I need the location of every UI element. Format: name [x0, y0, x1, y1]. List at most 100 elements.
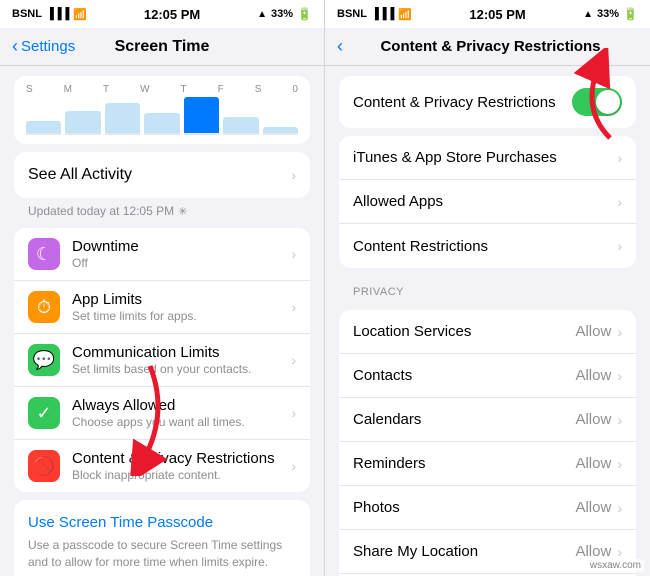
menu-card: ☾ Downtime Off › ⏱ App Limits Set tim	[14, 228, 310, 492]
itunes-purchases-label: iTunes & App Store Purchases	[353, 149, 617, 166]
status-left: BSNL ▐▐▐ 📶	[12, 8, 87, 21]
comm-limits-row[interactable]: 💬 Communication Limits Set limits based …	[14, 334, 310, 387]
always-allowed-row[interactable]: ✓ Always Allowed Choose apps you want al…	[14, 387, 310, 440]
updated-line: Updated today at 12:05 PM ✳	[0, 202, 324, 220]
page-title-left: Screen Time	[115, 38, 210, 56]
battery-icon: 🔋	[297, 7, 312, 21]
content-privacy-chevron: ›	[291, 458, 296, 474]
week-chart: S M T W T F S 0	[14, 76, 310, 144]
content-restrictions-label: Content Restrictions	[353, 238, 617, 255]
content-privacy-row[interactable]: 🚫 Content & Privacy Restrictions Block i…	[14, 440, 310, 492]
time-label-right: 12:05 PM	[469, 7, 525, 22]
allowed-apps-label: Allowed Apps	[353, 193, 617, 210]
week-bars	[26, 99, 298, 135]
location-services-value: Allow	[575, 323, 611, 340]
always-allowed-title: Always Allowed	[72, 397, 291, 414]
back-button[interactable]: ‹ Settings	[12, 36, 75, 57]
itunes-purchases-row[interactable]: iTunes & App Store Purchases ›	[339, 136, 636, 180]
content-restrictions-row[interactable]: Content Restrictions ›	[339, 224, 636, 268]
chevron-left-icon: ‹	[12, 36, 18, 57]
location-services-row[interactable]: Location Services Allow ›	[339, 310, 636, 354]
photos-chevron: ›	[617, 500, 622, 516]
zero-label: 0	[292, 84, 298, 95]
bar-col-1	[65, 111, 100, 135]
calendars-value: Allow	[575, 411, 611, 428]
reminders-chevron: ›	[617, 456, 622, 472]
contacts-row[interactable]: Contacts Allow ›	[339, 354, 636, 398]
bar-col-2	[105, 103, 140, 135]
time-label: 12:05 PM	[144, 7, 200, 22]
content-privacy-title: Content & Privacy Restrictions	[72, 450, 291, 467]
top-toggle-row: Content & Privacy Restrictions	[339, 76, 636, 128]
comm-limits-sub: Set limits based on your contacts.	[72, 362, 291, 376]
right-content: Content & Privacy Restrictions iTunes & …	[325, 66, 650, 576]
comm-limits-title: Communication Limits	[72, 344, 291, 361]
photos-row[interactable]: Photos Allow ›	[339, 486, 636, 530]
status-left-right: BSNL ▐▐▐ 📶	[337, 8, 412, 21]
battery-label: 33%	[271, 8, 293, 20]
app-limits-title: App Limits	[72, 291, 291, 308]
signal-icon: ▐▐▐	[46, 8, 69, 20]
back-label[interactable]: Settings	[21, 38, 75, 55]
nav-bar-left: ‹ Settings Screen Time	[0, 28, 324, 66]
nav-bar-right: ‹ Content & Privacy Restrictions	[325, 28, 650, 66]
contacts-value: Allow	[575, 367, 611, 384]
passcode-desc: Use a passcode to secure Screen Time set…	[28, 537, 296, 571]
main-items-card: iTunes & App Store Purchases › Allowed A…	[339, 136, 636, 268]
photos-value: Allow	[575, 499, 611, 516]
photos-label: Photos	[353, 499, 575, 516]
status-bar-left: BSNL ▐▐▐ 📶 12:05 PM ▲ 33% 🔋	[0, 0, 324, 28]
see-all-title: See All Activity	[28, 166, 291, 184]
reminders-label: Reminders	[353, 455, 575, 472]
allowed-apps-row[interactable]: Allowed Apps ›	[339, 180, 636, 224]
always-allowed-chevron: ›	[291, 405, 296, 421]
share-my-location-chevron: ›	[617, 544, 622, 560]
status-right: ▲ 33% 🔋	[257, 7, 312, 21]
toggle-switch[interactable]	[572, 88, 622, 116]
toggle-knob	[596, 90, 620, 114]
see-all-activity-row[interactable]: See All Activity ›	[14, 152, 310, 198]
passcode-title[interactable]: Use Screen Time Passcode	[28, 514, 296, 531]
share-my-location-row[interactable]: Share My Location Allow ›	[339, 530, 636, 574]
app-limits-row[interactable]: ⏱ App Limits Set time limits for apps. ›	[14, 281, 310, 334]
share-my-location-value: Allow	[575, 543, 611, 560]
content-privacy-sub: Block inappropriate content.	[72, 468, 291, 482]
comm-limits-chevron: ›	[291, 352, 296, 368]
downtime-icon: ☾	[28, 238, 60, 270]
itunes-chevron: ›	[617, 150, 622, 166]
content-restrictions-chevron: ›	[617, 238, 622, 254]
bar-col-6	[263, 127, 298, 135]
sync-icon: ✳	[178, 205, 187, 218]
app-limits-sub: Set time limits for apps.	[72, 309, 291, 323]
bar-col-4	[184, 97, 219, 135]
carrier-label: BSNL	[12, 8, 42, 20]
right-phone-panel: BSNL ▐▐▐ 📶 12:05 PM ▲ 33% 🔋 ‹ Content & …	[325, 0, 650, 576]
signal-icon-right: ▐▐▐	[371, 8, 394, 20]
downtime-row[interactable]: ☾ Downtime Off ›	[14, 228, 310, 281]
calendars-chevron: ›	[617, 412, 622, 428]
status-right-right: ▲ 33% 🔋	[583, 7, 638, 21]
contacts-chevron: ›	[617, 368, 622, 384]
wifi-icon: 📶	[73, 8, 87, 21]
reminders-row[interactable]: Reminders Allow ›	[339, 442, 636, 486]
updated-text: Updated today at 12:05 PM	[28, 204, 174, 218]
bar-col-0	[26, 121, 61, 135]
top-toggle-label: Content & Privacy Restrictions	[353, 94, 556, 111]
privacy-section-header: PRIVACY	[325, 276, 650, 302]
passcode-card[interactable]: Use Screen Time Passcode Use a passcode …	[14, 500, 310, 576]
bar-col-3	[144, 113, 179, 135]
downtime-sub: Off	[72, 256, 291, 270]
always-allowed-icon: ✓	[28, 397, 60, 429]
downtime-title: Downtime	[72, 238, 291, 255]
calendars-label: Calendars	[353, 411, 575, 428]
share-my-location-label: Share My Location	[353, 543, 575, 560]
content-privacy-icon: 🚫	[28, 450, 60, 482]
app-limits-chevron: ›	[291, 299, 296, 315]
page-title-right: Content & Privacy Restrictions	[343, 38, 638, 55]
battery-label-right: 33%	[597, 8, 619, 20]
privacy-items-card: Location Services Allow › Contacts Allow…	[339, 310, 636, 576]
chevron-right-icon: ›	[291, 167, 296, 183]
downtime-chevron: ›	[291, 246, 296, 262]
calendars-row[interactable]: Calendars Allow ›	[339, 398, 636, 442]
carrier-label-right: BSNL	[337, 8, 367, 20]
